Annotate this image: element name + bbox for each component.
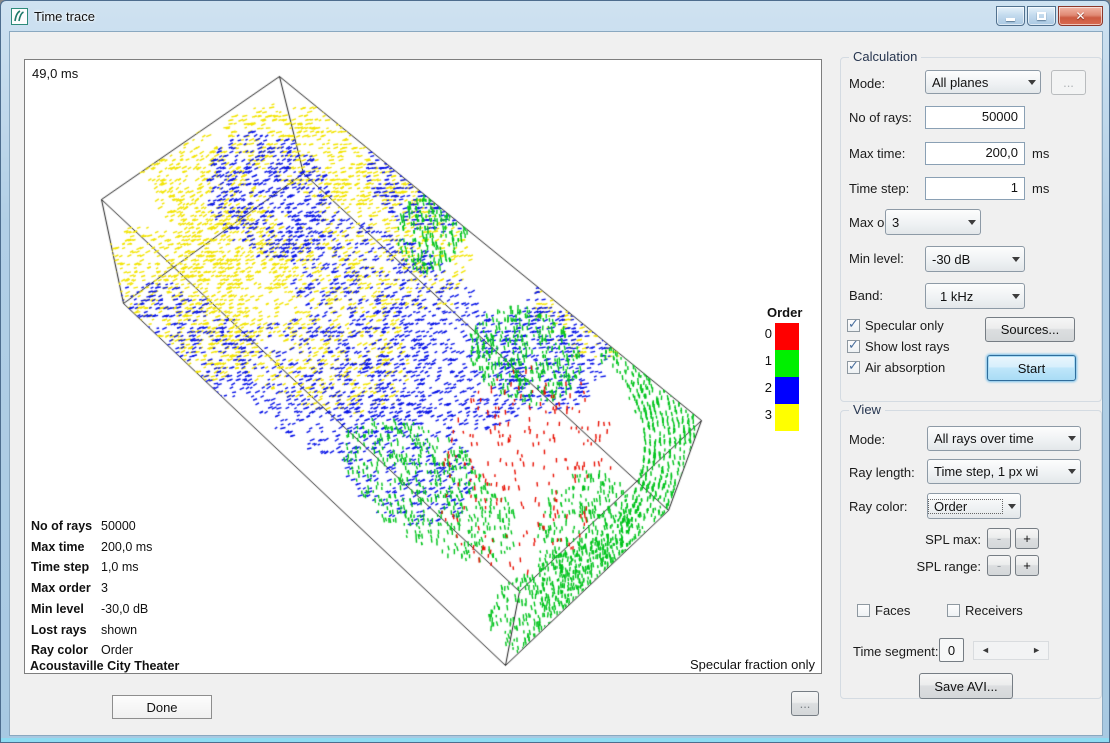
spl-max-plus-button[interactable]: +: [1015, 528, 1039, 549]
window-title: Time trace: [34, 9, 95, 24]
max-time-input[interactable]: 200,0: [925, 142, 1025, 165]
min-level-dropdown[interactable]: -30 dB: [925, 246, 1025, 272]
ray-color-dropdown[interactable]: Order: [927, 493, 1021, 519]
view-mode-label: Mode:: [849, 432, 885, 447]
order-legend: Order 0 1 2 3: [755, 305, 817, 431]
time-step-label: Time step:: [849, 181, 909, 196]
min-level-label: Min level:: [849, 251, 904, 266]
info-row: Min level-30,0 dB: [31, 599, 152, 620]
chevron-down-icon: [1063, 469, 1080, 474]
venue-label: Acoustaville City Theater: [30, 659, 179, 673]
max-order-dropdown[interactable]: 3: [885, 209, 981, 235]
rays-input[interactable]: 50000: [925, 106, 1025, 129]
checkbox-box: ✓: [847, 361, 860, 374]
legend-swatch-order0: [775, 323, 799, 350]
ray-length-label: Ray length:: [849, 465, 915, 480]
close-icon: ✕: [1075, 10, 1085, 22]
spl-range-minus-button[interactable]: -: [987, 555, 1011, 576]
maximize-icon: [1037, 12, 1046, 20]
mode-label: Mode:: [849, 76, 885, 91]
chevron-down-icon: [1007, 294, 1024, 299]
chevron-down-icon: [1023, 80, 1040, 85]
legend-swatch-order2: [775, 377, 799, 404]
chevron-down-icon: [1007, 257, 1024, 262]
spl-max-label: SPL max:: [861, 532, 981, 547]
max-time-label: Max time:: [849, 146, 905, 161]
mode-more-button[interactable]: ...: [1051, 70, 1086, 95]
time-label: 49,0 ms: [32, 66, 78, 81]
titlebar[interactable]: Time trace ✕: [1, 1, 1109, 31]
show-lost-rays-checkbox[interactable]: ✓ Show lost rays: [847, 339, 950, 354]
chevron-down-icon: [1003, 504, 1020, 509]
max-time-unit: ms: [1032, 146, 1049, 161]
spl-max-minus-button[interactable]: -: [987, 528, 1011, 549]
rays-label: No of rays:: [849, 110, 912, 125]
start-button[interactable]: Start: [987, 355, 1076, 381]
legend-row: 0: [755, 323, 817, 350]
chevron-down-icon: [1063, 436, 1080, 441]
calculation-group: Calculation Mode: All planes ... No of r…: [840, 57, 1102, 402]
info-row: Max time200,0 ms: [31, 537, 152, 558]
minimize-icon: [1006, 18, 1015, 21]
legend-row: 1: [755, 350, 817, 377]
info-row: Max order3: [31, 578, 152, 599]
window-controls: ✕: [996, 6, 1103, 26]
time-step-unit: ms: [1032, 181, 1049, 196]
legend-swatch-order3: [775, 404, 799, 431]
legend-swatch-order1: [775, 350, 799, 377]
spl-range-plus-button[interactable]: +: [1015, 555, 1039, 576]
checkbox-box: ✓: [847, 319, 860, 332]
info-row: Lost raysshown: [31, 620, 152, 641]
chevron-down-icon: [963, 220, 980, 225]
calc-mode-dropdown[interactable]: All planes: [925, 70, 1041, 94]
sources-button[interactable]: Sources...: [985, 317, 1075, 342]
scroll-right-icon[interactable]: ►: [1032, 646, 1041, 655]
footer-more-button[interactable]: ...: [791, 691, 819, 716]
scroll-left-icon[interactable]: ◄: [981, 646, 990, 655]
time-step-input[interactable]: 1: [925, 177, 1025, 200]
faces-checkbox[interactable]: Faces: [857, 603, 910, 618]
info-row: Time step1,0 ms: [31, 557, 152, 578]
specular-fraction-note: Specular fraction only: [690, 657, 815, 672]
ray-length-dropdown[interactable]: Time step, 1 px wi: [927, 459, 1081, 484]
info-row: Ray colorOrder: [31, 640, 152, 661]
minimize-button[interactable]: [996, 6, 1025, 26]
time-trace-window: Time trace ✕ 49,0 ms Order 0 1 2 3 No of…: [0, 0, 1110, 743]
calculation-caption: Calculation: [849, 49, 921, 64]
legend-title: Order: [767, 305, 817, 320]
app-icon: [11, 8, 28, 25]
client-area: 49,0 ms Order 0 1 2 3 No of rays50000 Ma…: [9, 31, 1103, 736]
view-caption: View: [849, 402, 885, 417]
band-label: Band:: [849, 288, 883, 303]
legend-row: 3: [755, 404, 817, 431]
info-block: No of rays50000 Max time200,0 ms Time st…: [31, 516, 152, 661]
view-group: View Mode: All rays over time Ray length…: [840, 410, 1102, 699]
receivers-checkbox[interactable]: Receivers: [947, 603, 1023, 618]
checkbox-box: [857, 604, 870, 617]
legend-row: 2: [755, 377, 817, 404]
info-row: No of rays50000: [31, 516, 152, 537]
air-absorption-checkbox[interactable]: ✓ Air absorption: [847, 360, 945, 375]
checkbox-box: ✓: [847, 340, 860, 353]
maximize-button[interactable]: [1027, 6, 1056, 26]
viewport-3d[interactable]: 49,0 ms Order 0 1 2 3 No of rays50000 Ma…: [24, 59, 822, 674]
time-segment-value[interactable]: 0: [939, 638, 964, 662]
checkbox-box: [947, 604, 960, 617]
view-mode-dropdown[interactable]: All rays over time: [927, 426, 1081, 451]
time-segment-scrollbar[interactable]: ◄ ►: [973, 641, 1049, 660]
done-button[interactable]: Done: [112, 695, 212, 719]
specular-only-checkbox[interactable]: ✓ Specular only: [847, 318, 944, 333]
spl-range-label: SPL range:: [861, 559, 981, 574]
save-avi-button[interactable]: Save AVI...: [919, 673, 1013, 699]
close-button[interactable]: ✕: [1058, 6, 1103, 26]
ray-color-label: Ray color:: [849, 499, 908, 514]
time-segment-label: Time segment:: [853, 644, 939, 659]
band-dropdown[interactable]: 1 kHz: [925, 283, 1025, 309]
